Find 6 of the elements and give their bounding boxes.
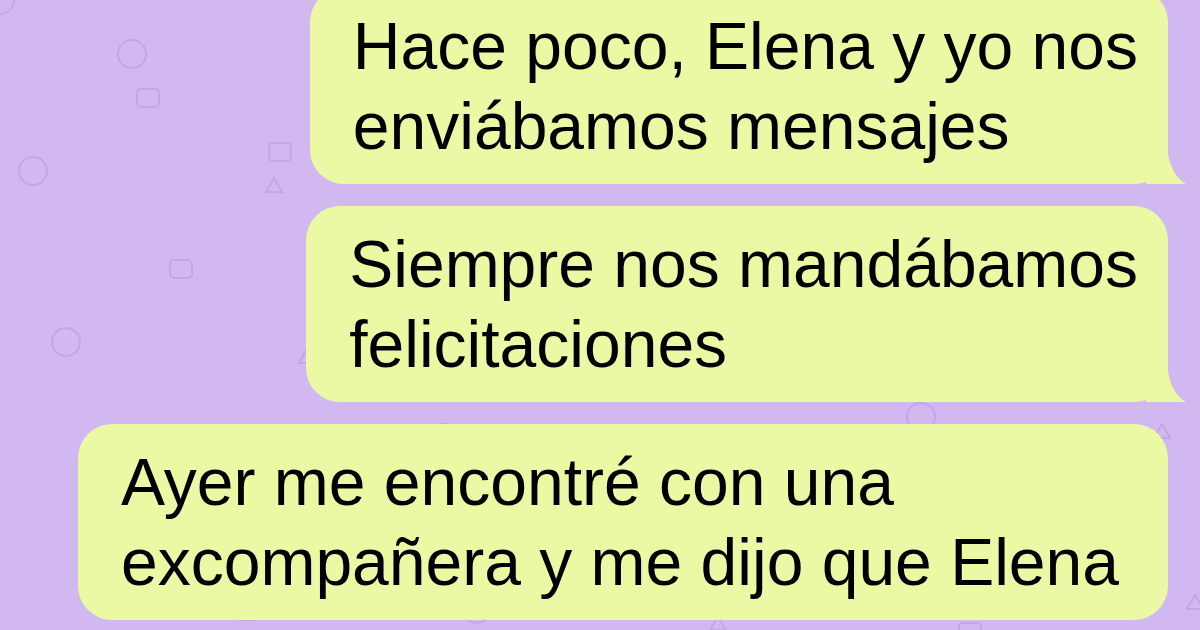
message-text: excompañera y me dijo que Elena (121, 524, 1119, 601)
message-text: Siempre nos mandábamos (349, 226, 1138, 303)
message-text: felicitaciones (349, 306, 728, 383)
message-text: Hace poco, Elena y yo nos (352, 8, 1138, 85)
message-text: enviábamos mensajes (352, 88, 1010, 165)
message-text: Ayer me encontré con una (121, 444, 894, 521)
